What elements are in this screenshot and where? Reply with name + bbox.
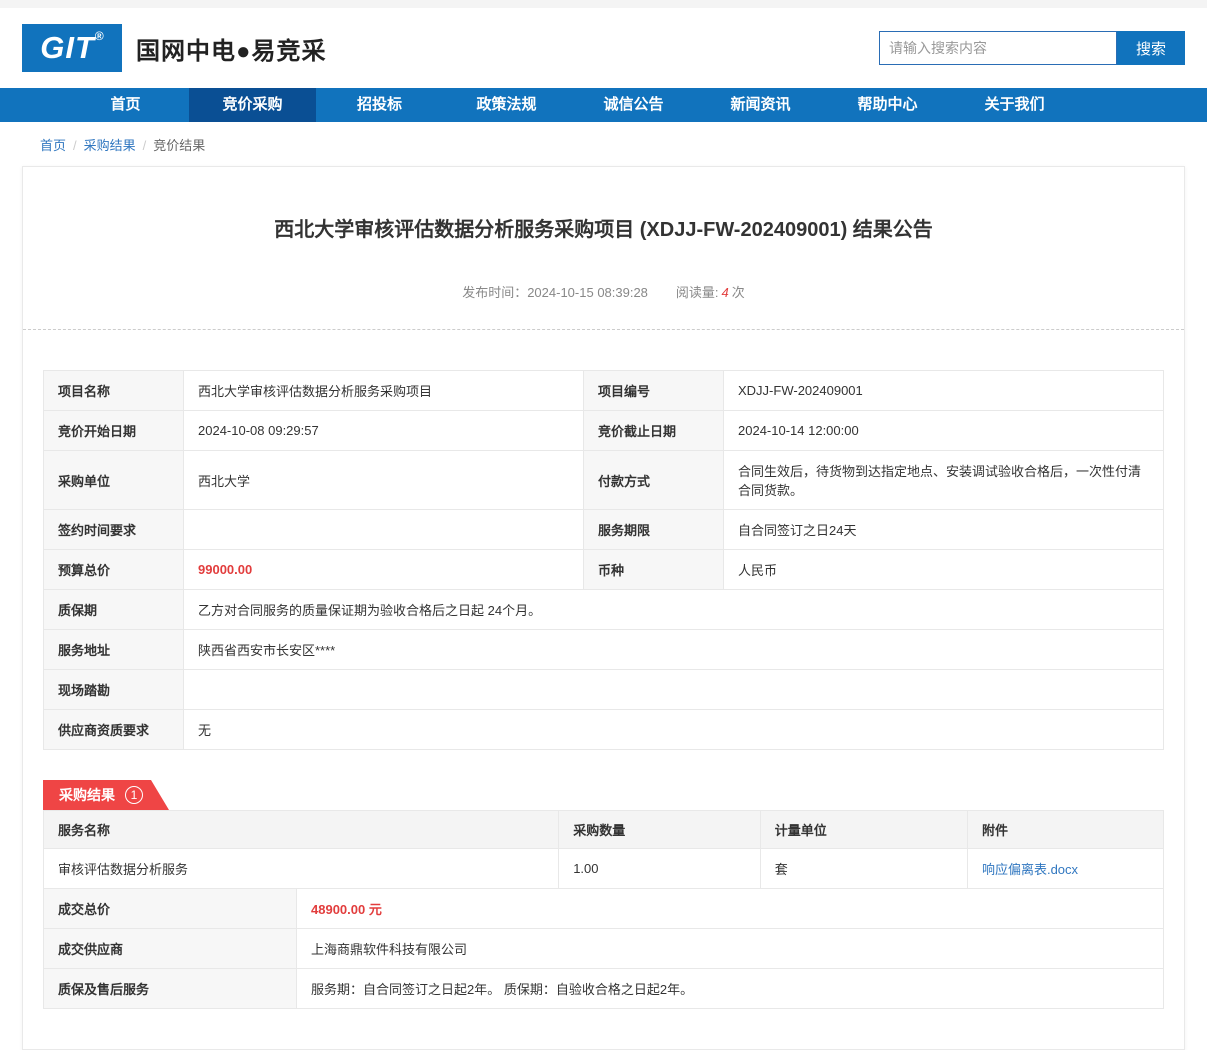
- field-label: 项目名称: [44, 371, 184, 411]
- field-label: 服务期限: [584, 510, 724, 550]
- field-value: [184, 510, 584, 550]
- result-section-header: 采购结果 1: [43, 780, 1164, 810]
- field-label: 竞价截止日期: [584, 411, 724, 451]
- table-row: 成交供应商 上海商鼎软件科技有限公司: [44, 929, 1164, 969]
- field-label: 服务地址: [44, 630, 184, 670]
- unit: 套: [760, 849, 967, 889]
- field-value: 乙方对合同服务的质量保证期为验收合格后之日起 24个月。: [184, 590, 1164, 630]
- publish-time-value: 2024-10-15 08:39:28: [527, 285, 648, 300]
- field-label: 质保及售后服务: [44, 969, 297, 1009]
- field-value: 陕西省西安市长安区****: [184, 630, 1164, 670]
- search-bar: 搜索: [879, 31, 1185, 65]
- deal-info-table: 成交总价 48900.00 元 成交供应商 上海商鼎软件科技有限公司 质保及售后…: [43, 888, 1164, 1009]
- site-header: GIT ® 国网中电●易竞采 搜索: [0, 8, 1207, 88]
- main-nav: 首页 竞价采购 招投标 政策法规 诚信公告 新闻资讯 帮助中心 关于我们: [0, 88, 1207, 122]
- budget-total-value: 99000.00: [184, 550, 584, 590]
- table-row: 审核评估数据分析服务 1.00 套 响应偏离表.docx: [44, 849, 1164, 889]
- column-header: 采购数量: [559, 811, 761, 849]
- field-label: 预算总价: [44, 550, 184, 590]
- warranty-service: 服务期：自合同签订之日起2年。 质保期：自验收合格之日起2年。: [297, 969, 1164, 1009]
- site-logo[interactable]: GIT ®: [22, 24, 122, 72]
- column-header: 服务名称: [44, 811, 559, 849]
- table-row: 服务地址 陕西省西安市长安区****: [44, 630, 1164, 670]
- table-row: 竞价开始日期 2024-10-08 09:29:57 竞价截止日期 2024-1…: [44, 411, 1164, 451]
- field-value: 2024-10-08 09:29:57: [184, 411, 584, 451]
- column-header: 附件: [967, 811, 1163, 849]
- badge-count: 1: [125, 786, 143, 804]
- page-title: 西北大学审核评估数据分析服务采购项目 (XDJJ-FW-202409001) 结…: [23, 167, 1184, 242]
- notice-meta: 发布时间：2024-10-15 08:39:28 阅读量:4次: [23, 282, 1184, 330]
- search-input[interactable]: [879, 31, 1117, 65]
- project-info-table: 项目名称 西北大学审核评估数据分析服务采购项目 项目编号 XDJJ-FW-202…: [43, 370, 1164, 750]
- views-unit: 次: [732, 285, 745, 300]
- nav-item-home[interactable]: 首页: [62, 88, 189, 122]
- field-value: 合同生效后，待货物到达指定地点、安装调试验收合格后，一次性付清合同货款。: [724, 451, 1164, 510]
- breadcrumb-separator: /: [143, 138, 147, 153]
- table-row: 采购单位 西北大学 付款方式 合同生效后，待货物到达指定地点、安装调试验收合格后…: [44, 451, 1164, 510]
- field-value: 西北大学审核评估数据分析服务采购项目: [184, 371, 584, 411]
- nav-item-policies[interactable]: 政策法规: [443, 88, 570, 122]
- field-label: 付款方式: [584, 451, 724, 510]
- table-row: 签约时间要求 服务期限 自合同签订之日24天: [44, 510, 1164, 550]
- table-row: 项目名称 西北大学审核评估数据分析服务采购项目 项目编号 XDJJ-FW-202…: [44, 371, 1164, 411]
- table-row: 成交总价 48900.00 元: [44, 889, 1164, 929]
- field-label: 成交总价: [44, 889, 297, 929]
- field-label: 项目编号: [584, 371, 724, 411]
- field-label: 币种: [584, 550, 724, 590]
- breadcrumb: 首页 / 采购结果 / 竞价结果: [0, 122, 1207, 166]
- nav-item-integrity-notices[interactable]: 诚信公告: [570, 88, 697, 122]
- field-value: 2024-10-14 12:00:00: [724, 411, 1164, 451]
- procurement-result-badge: 采购结果 1: [43, 780, 169, 810]
- breadcrumb-separator: /: [73, 138, 77, 153]
- field-value: 人民币: [724, 550, 1164, 590]
- views-label: 阅读量:: [676, 285, 719, 300]
- table-row: 现场踏勘: [44, 670, 1164, 710]
- nav-item-news[interactable]: 新闻资讯: [697, 88, 824, 122]
- nav-item-bidding-procurement[interactable]: 竞价采购: [189, 88, 316, 122]
- site-name: 国网中电●易竞采: [136, 31, 327, 66]
- field-value: 自合同签订之日24天: [724, 510, 1164, 550]
- field-label: 现场踏勘: [44, 670, 184, 710]
- table-row: 质保及售后服务 服务期：自合同签订之日起2年。 质保期：自验收合格之日起2年。: [44, 969, 1164, 1009]
- breadcrumb-link-home[interactable]: 首页: [40, 138, 66, 153]
- views-count: 4: [722, 285, 729, 300]
- table-row: 质保期 乙方对合同服务的质量保证期为验收合格后之日起 24个月。: [44, 590, 1164, 630]
- service-name: 审核评估数据分析服务: [44, 849, 559, 889]
- badge-label: 采购结果: [59, 785, 115, 805]
- nav-item-help-center[interactable]: 帮助中心: [824, 88, 951, 122]
- field-value: [184, 670, 1164, 710]
- field-label: 成交供应商: [44, 929, 297, 969]
- breadcrumb-link-procurement-results[interactable]: 采购结果: [84, 138, 136, 153]
- announcement-card: 西北大学审核评估数据分析服务采购项目 (XDJJ-FW-202409001) 结…: [22, 166, 1185, 1050]
- procurement-result-table: 服务名称 采购数量 计量单位 附件 审核评估数据分析服务 1.00 套 响应偏离…: [43, 810, 1164, 889]
- deal-total-price: 48900.00 元: [297, 889, 1164, 929]
- registered-trademark-icon: ®: [95, 29, 104, 43]
- publish-time-label: 发布时间：: [462, 285, 527, 300]
- nav-item-about-us[interactable]: 关于我们: [951, 88, 1078, 122]
- breadcrumb-current: 竞价结果: [153, 138, 205, 153]
- column-header: 计量单位: [760, 811, 967, 849]
- winning-supplier: 上海商鼎软件科技有限公司: [297, 929, 1164, 969]
- table-row: 预算总价 99000.00 币种 人民币: [44, 550, 1164, 590]
- search-button[interactable]: 搜索: [1117, 31, 1185, 65]
- table-header-row: 服务名称 采购数量 计量单位 附件: [44, 811, 1164, 849]
- attachment-link[interactable]: 响应偏离表.docx: [982, 862, 1078, 877]
- field-label: 质保期: [44, 590, 184, 630]
- field-label: 供应商资质要求: [44, 710, 184, 750]
- field-label: 竞价开始日期: [44, 411, 184, 451]
- field-value: 无: [184, 710, 1164, 750]
- field-value: 西北大学: [184, 451, 584, 510]
- nav-item-tendering[interactable]: 招投标: [316, 88, 443, 122]
- quantity: 1.00: [559, 849, 761, 889]
- top-strip: [0, 0, 1207, 8]
- field-value: XDJJ-FW-202409001: [724, 371, 1164, 411]
- field-label: 采购单位: [44, 451, 184, 510]
- logo-text: GIT: [40, 24, 95, 72]
- field-label: 签约时间要求: [44, 510, 184, 550]
- table-row: 供应商资质要求 无: [44, 710, 1164, 750]
